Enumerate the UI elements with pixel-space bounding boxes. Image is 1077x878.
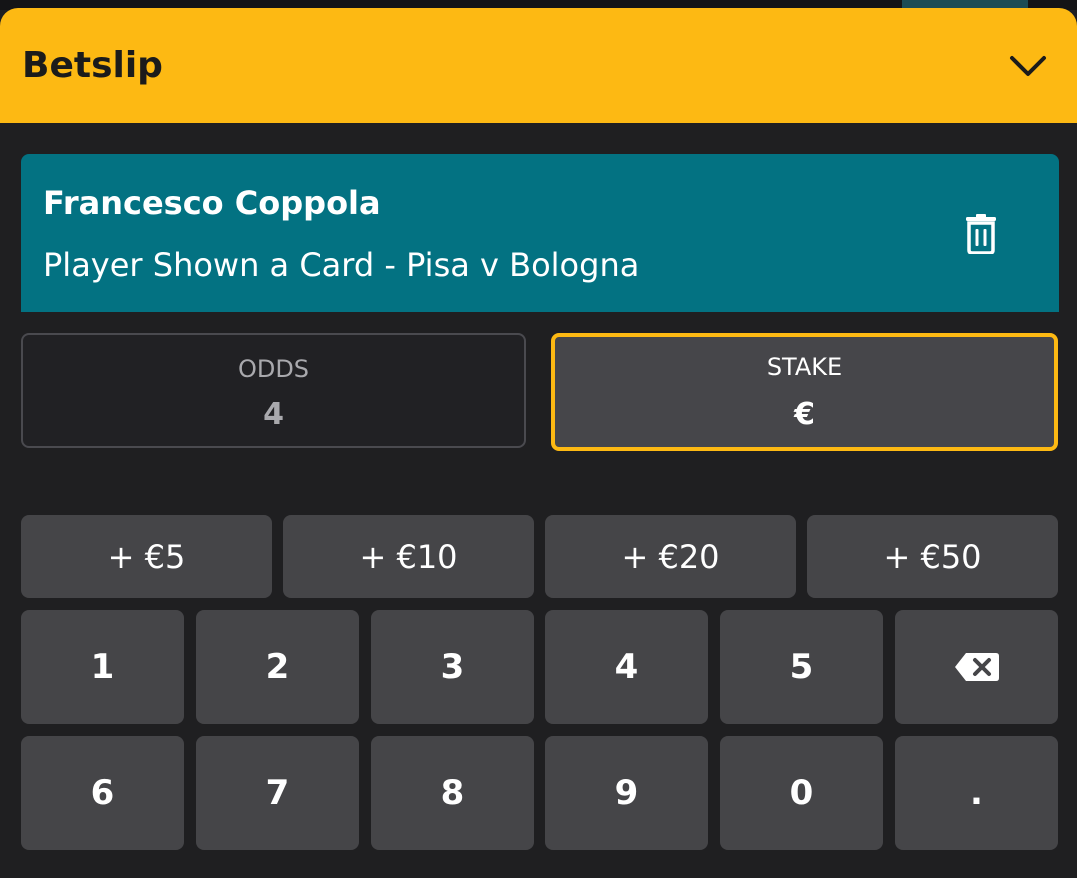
keypad-5[interactable]: 5 [720, 610, 883, 724]
quick-stake-50-button[interactable]: + €50 [807, 515, 1058, 598]
quick-stake-20-button[interactable]: + €20 [545, 515, 796, 598]
trash-icon [966, 214, 996, 254]
collapse-button[interactable] [1000, 44, 1056, 88]
keypad-backspace-button[interactable] [895, 610, 1058, 724]
odds-value: 4 [263, 397, 284, 432]
keypad-2[interactable]: 2 [196, 610, 359, 724]
delete-selection-button[interactable] [957, 210, 1005, 258]
selection-name: Francesco Coppola [43, 184, 381, 222]
selection-card: Francesco Coppola Player Shown a Card - … [21, 154, 1059, 312]
selection-market: Player Shown a Card - Pisa v Bologna [43, 246, 640, 284]
keypad-0[interactable]: 0 [720, 736, 883, 850]
keypad-decimal[interactable]: . [895, 736, 1058, 850]
keypad-4[interactable]: 4 [545, 610, 708, 724]
keypad-3[interactable]: 3 [371, 610, 534, 724]
stake-currency: € [794, 397, 815, 432]
keypad-7[interactable]: 7 [196, 736, 359, 850]
keypad-1[interactable]: 1 [21, 610, 184, 724]
betslip-panel: Betslip Francesco Coppola Player Shown a… [0, 0, 1077, 878]
backspace-icon [954, 653, 999, 681]
betslip-header[interactable]: Betslip [0, 8, 1077, 123]
quick-stake-5-button[interactable]: + €5 [21, 515, 272, 598]
chevron-down-icon [1010, 56, 1046, 76]
stake-input[interactable]: STAKE € [551, 333, 1058, 451]
keypad-6[interactable]: 6 [21, 736, 184, 850]
stake-label: STAKE [766, 353, 843, 381]
odds-display: ODDS 4 [21, 333, 526, 448]
keypad-8[interactable]: 8 [371, 736, 534, 850]
odds-label: ODDS [237, 355, 310, 383]
keypad-9[interactable]: 9 [545, 736, 708, 850]
quick-stake-10-button[interactable]: + €10 [283, 515, 534, 598]
betslip-title: Betslip [22, 45, 163, 86]
